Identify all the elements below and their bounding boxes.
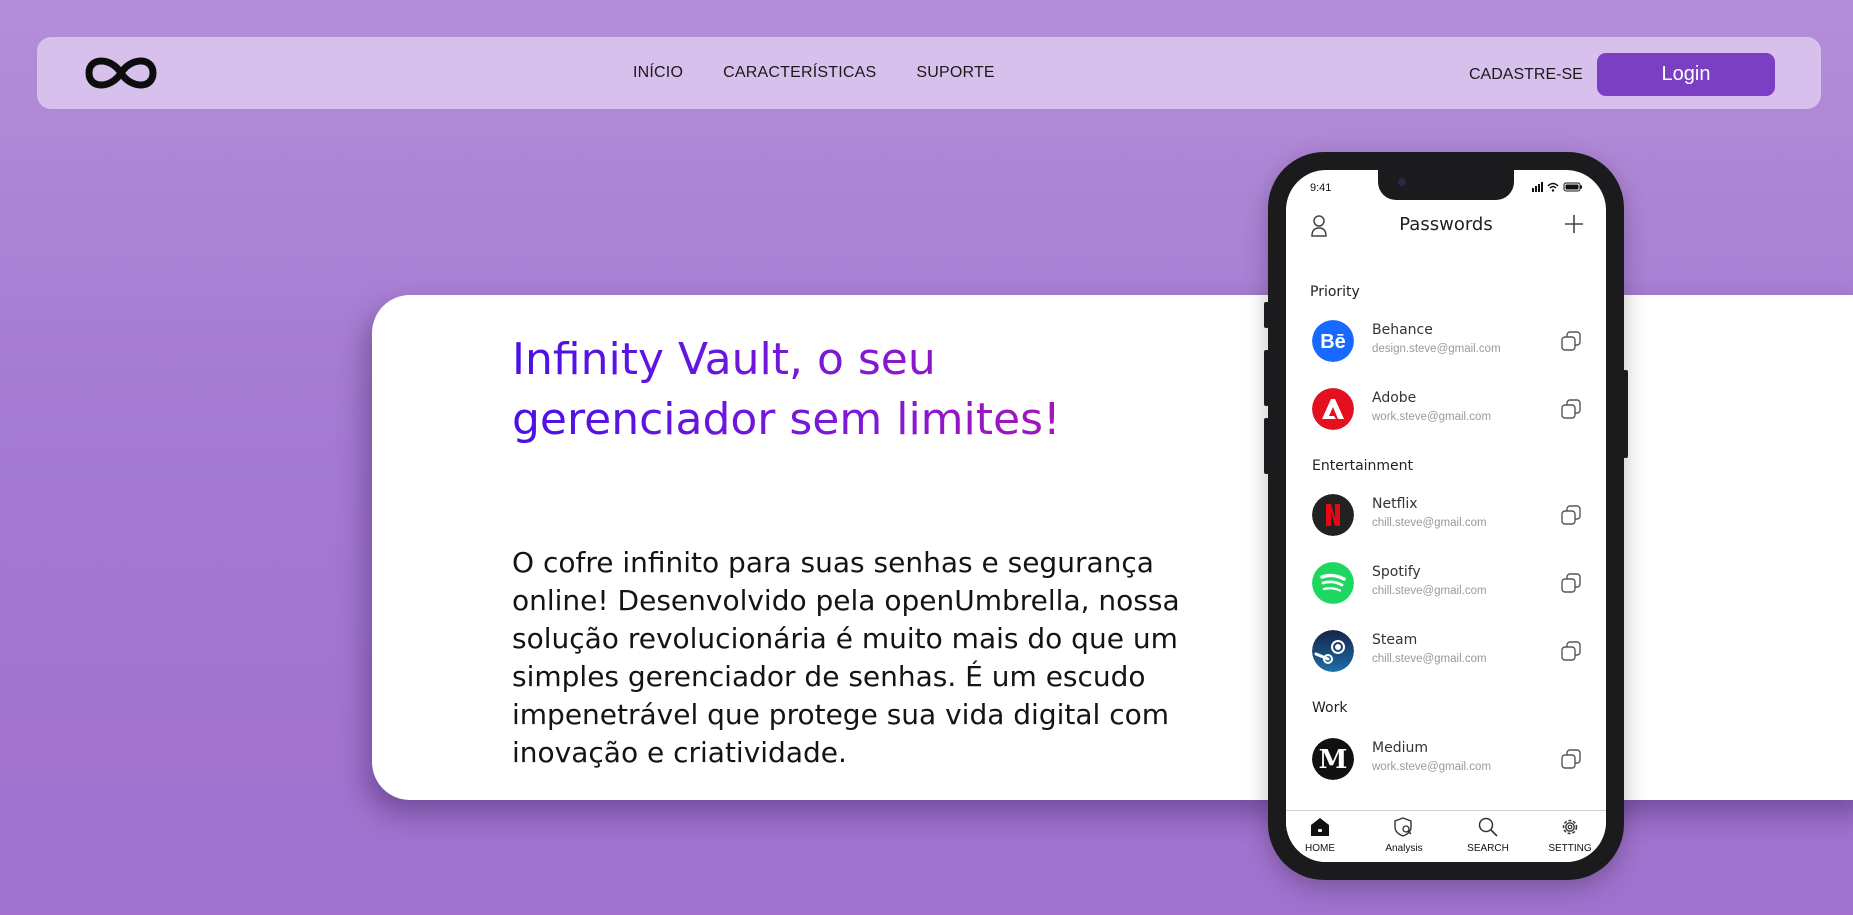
- tab-label: SEARCH: [1467, 843, 1509, 854]
- password-item-name: Behance: [1372, 322, 1433, 338]
- nav-link-suporte[interactable]: SUPORTE: [916, 64, 994, 82]
- tab-label: SETTING: [1548, 843, 1592, 854]
- phone-screen: 9:41 Passwords Priority Bē Behance desig…: [1286, 170, 1606, 862]
- tab-label: HOME: [1305, 843, 1335, 854]
- search-icon: [1478, 817, 1498, 837]
- shield-search-icon: [1394, 817, 1412, 837]
- password-item-email: work.steve@gmail.com: [1372, 411, 1492, 423]
- plus-icon[interactable]: [1564, 214, 1584, 234]
- password-item-medium[interactable]: M Medium work.steve@gmail.com: [1286, 732, 1606, 786]
- copy-icon[interactable]: [1560, 640, 1582, 662]
- nav-links: INÍCIO CARACTERÍSTICAS SUPORTE: [633, 37, 995, 109]
- password-item-spotify[interactable]: Spotify chill.steve@gmail.com: [1286, 556, 1606, 610]
- status-time: 9:41: [1310, 182, 1332, 194]
- password-item-name: Steam: [1372, 632, 1418, 648]
- phone-notch: [1378, 170, 1514, 200]
- spotify-logo-icon: [1312, 562, 1354, 604]
- tab-label: Analysis: [1385, 843, 1423, 854]
- password-item-name: Spotify: [1372, 564, 1421, 580]
- steam-logo-icon: [1312, 630, 1354, 672]
- section-entertainment: Entertainment: [1312, 458, 1414, 474]
- tab-setting[interactable]: SETTING: [1538, 817, 1602, 854]
- infinity-logo-icon[interactable]: [81, 51, 161, 95]
- nav-link-caracteristicas[interactable]: CARACTERÍSTICAS: [723, 64, 876, 82]
- copy-icon[interactable]: [1560, 572, 1582, 594]
- status-bar-icons: [1532, 182, 1582, 192]
- phone-volume-down: [1264, 418, 1269, 474]
- password-item-behance[interactable]: Bē Behance design.steve@gmail.com: [1286, 314, 1606, 368]
- password-item-netflix[interactable]: Netflix chill.steve@gmail.com: [1286, 488, 1606, 542]
- svg-text:M: M: [1319, 745, 1348, 775]
- password-item-steam[interactable]: Steam chill.steve@gmail.com: [1286, 624, 1606, 678]
- login-button[interactable]: Login: [1597, 53, 1775, 96]
- phone-mockup: 9:41 Passwords Priority Bē Behance desig…: [1264, 152, 1628, 880]
- copy-icon[interactable]: [1560, 398, 1582, 420]
- app-title: Passwords: [1399, 214, 1493, 235]
- section-work: Work: [1312, 700, 1348, 716]
- nav-link-inicio[interactable]: INÍCIO: [633, 64, 683, 82]
- copy-icon[interactable]: [1560, 504, 1582, 526]
- password-item-name: Medium: [1372, 740, 1428, 756]
- password-item-name: Adobe: [1372, 390, 1417, 406]
- password-item-name: Netflix: [1372, 496, 1418, 512]
- copy-icon[interactable]: [1560, 330, 1582, 352]
- tab-analysis[interactable]: Analysis: [1372, 817, 1436, 854]
- password-item-email: design.steve@gmail.com: [1372, 343, 1501, 355]
- password-item-email: work.steve@gmail.com: [1372, 761, 1492, 773]
- navbar: INÍCIO CARACTERÍSTICAS SUPORTE CADASTRE-…: [37, 37, 1821, 109]
- password-item-email: chill.steve@gmail.com: [1372, 653, 1487, 665]
- gear-icon: [1562, 819, 1578, 835]
- tab-search[interactable]: SEARCH: [1456, 817, 1520, 854]
- tab-bar: HOME Analysis SEARCH SETTING: [1286, 810, 1606, 862]
- phone-power-button: [1623, 370, 1628, 458]
- password-item-email: chill.steve@gmail.com: [1372, 517, 1487, 529]
- hero-title: Infinity Vault, o seu gerenciador sem li…: [512, 330, 1072, 450]
- camera-icon: [1398, 178, 1406, 186]
- behance-logo-icon: Bē: [1312, 320, 1354, 362]
- app-header: Passwords: [1286, 204, 1606, 248]
- password-item-email: chill.steve@gmail.com: [1372, 585, 1487, 597]
- hero-description: O cofre infinito para suas senhas e segu…: [512, 546, 1180, 769]
- section-priority: Priority: [1310, 284, 1360, 300]
- medium-logo-icon: M: [1312, 738, 1354, 780]
- netflix-logo-icon: [1312, 494, 1354, 536]
- adobe-logo-icon: [1312, 388, 1354, 430]
- phone-mute-switch: [1264, 302, 1269, 328]
- signup-link[interactable]: CADASTRE-SE: [1469, 37, 1583, 113]
- password-item-adobe[interactable]: Adobe work.steve@gmail.com: [1286, 382, 1606, 436]
- tab-home[interactable]: HOME: [1288, 817, 1352, 854]
- phone-volume-up: [1264, 350, 1269, 406]
- svg-text:Bē: Bē: [1320, 331, 1346, 353]
- home-icon: [1311, 818, 1329, 836]
- copy-icon[interactable]: [1560, 748, 1582, 770]
